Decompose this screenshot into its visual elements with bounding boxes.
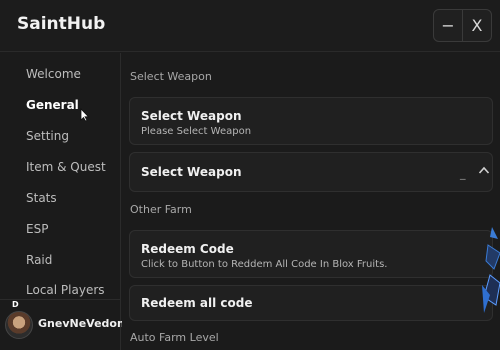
close-button[interactable]: X	[462, 10, 491, 41]
card-title: Select Weapon	[141, 109, 242, 123]
redeem-code-card[interactable]: Redeem Code Click to Button to Reddem Al…	[129, 230, 493, 278]
app-title: SaintHub	[17, 14, 106, 34]
title-bar: SaintHub − X	[0, 0, 500, 52]
button-label: Redeem all code	[141, 296, 253, 310]
window-controls: − X	[433, 9, 492, 42]
select-weapon-dropdown[interactable]: Select Weapon _	[129, 152, 493, 192]
sidebar-item-welcome[interactable]: Welcome	[26, 67, 81, 81]
section-label-auto-farm-level: Auto Farm Level	[130, 331, 219, 344]
sidebar-item-setting[interactable]: Setting	[26, 129, 69, 143]
card-description: Click to Button to Reddem All Code In Bl…	[141, 259, 388, 270]
sidebar-item-esp[interactable]: ESP	[26, 222, 48, 236]
sidebar: Welcome General Setting Item & Quest Sta…	[0, 53, 128, 350]
main-content: Select Weapon Select Weapon Please Selec…	[122, 53, 500, 350]
section-label-select-weapon: Select Weapon	[130, 70, 212, 83]
minimize-button[interactable]: −	[434, 10, 462, 41]
username: GnevNeVedom	[38, 317, 129, 330]
dropdown-title: Select Weapon	[141, 165, 242, 179]
sidebar-item-local-players[interactable]: Local Players	[26, 283, 105, 297]
card-description: Please Select Weapon	[141, 126, 252, 137]
redeem-all-code-button[interactable]: Redeem all code	[129, 285, 493, 321]
chevron-up-icon[interactable]	[478, 165, 490, 175]
section-label-other-farm: Other Farm	[130, 203, 192, 216]
sidebar-item-item-quest[interactable]: Item & Quest	[26, 160, 106, 174]
select-weapon-card[interactable]: Select Weapon Please Select Weapon	[129, 97, 493, 145]
dropdown-value: _	[460, 167, 466, 180]
mouse-cursor-icon	[80, 108, 90, 122]
avatar[interactable]	[5, 311, 33, 339]
sidebar-item-raid[interactable]: Raid	[26, 253, 52, 267]
sidebar-item-general[interactable]: General	[26, 98, 79, 112]
user-badge: D	[12, 300, 19, 309]
card-title: Redeem Code	[141, 242, 234, 256]
app-window: SaintHub − X Welcome General Setting Ite…	[0, 0, 500, 350]
edge-artwork-icon	[482, 227, 500, 313]
sidebar-item-stats[interactable]: Stats	[26, 191, 57, 205]
